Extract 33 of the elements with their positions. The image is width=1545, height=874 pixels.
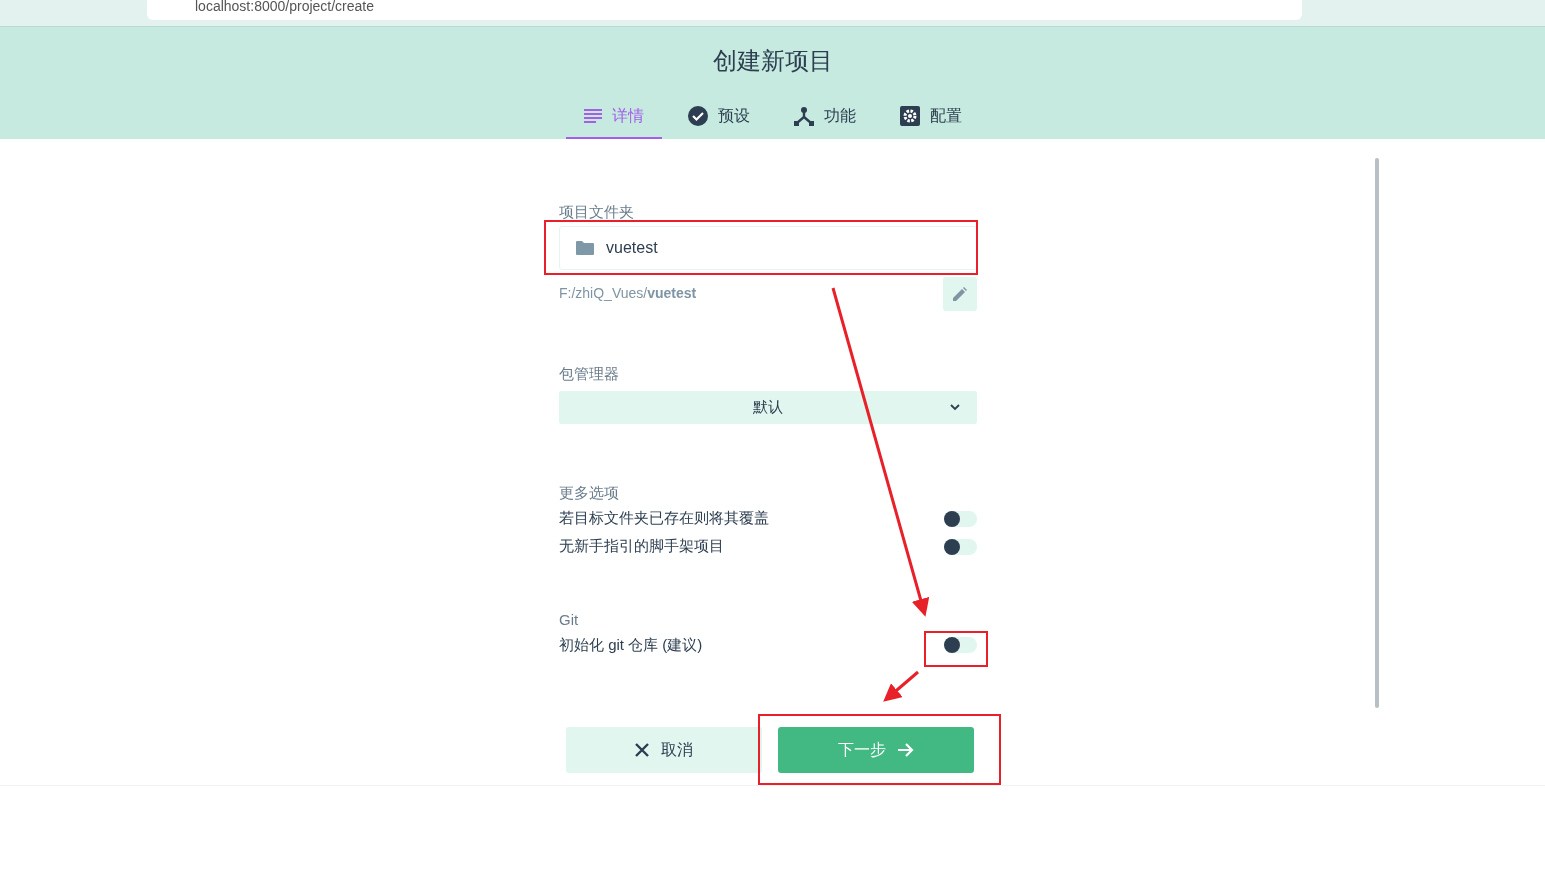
page-title: 创建新项目: [712, 46, 833, 76]
section-label: 更多选项: [559, 483, 620, 503]
section-label: Git: [559, 609, 580, 630]
fork-icon: [793, 106, 814, 126]
list-icon: [583, 109, 602, 123]
folder-field[interactable]: vuetest: [559, 225, 977, 270]
annotation-arrow: [883, 670, 919, 702]
chevron-down-icon: [950, 404, 960, 411]
cancel-button[interactable]: 取消: [566, 727, 762, 773]
toggle-switch[interactable]: [944, 538, 977, 555]
pencil-icon: [953, 286, 967, 301]
toggle-switch[interactable]: [944, 510, 977, 527]
option-label: 初始化 git 仓库 (建议): [559, 634, 703, 655]
folder-path: F:/zhiQ_Vues/vuetest: [559, 284, 697, 303]
option-label: 无新手指引的脚手架项目: [559, 536, 724, 557]
gear-icon: [899, 106, 920, 126]
address-bar[interactable]: localhost:8000/project/create: [147, 0, 1302, 20]
field-label: 项目文件夹: [559, 202, 635, 222]
option-label: 若目标文件夹已存在则将其覆盖: [559, 508, 769, 529]
package-manager-select[interactable]: 默认: [559, 391, 977, 424]
folder-icon: [576, 240, 594, 255]
close-icon: [635, 743, 649, 757]
annotation-box: [924, 631, 988, 667]
toggle-switch[interactable]: [944, 637, 977, 653]
arrow-right-icon: [898, 743, 914, 757]
tab[interactable]: 功能: [775, 98, 874, 139]
tab[interactable]: 预设: [669, 98, 768, 139]
scrollbar[interactable]: [1375, 158, 1379, 708]
url-text: localhost:8000/project/create: [195, 0, 374, 16]
check-circle-icon: [687, 106, 708, 126]
tab[interactable]: 配置: [881, 98, 980, 139]
edit-button[interactable]: [943, 276, 977, 311]
field-label: 包管理器: [559, 363, 620, 384]
